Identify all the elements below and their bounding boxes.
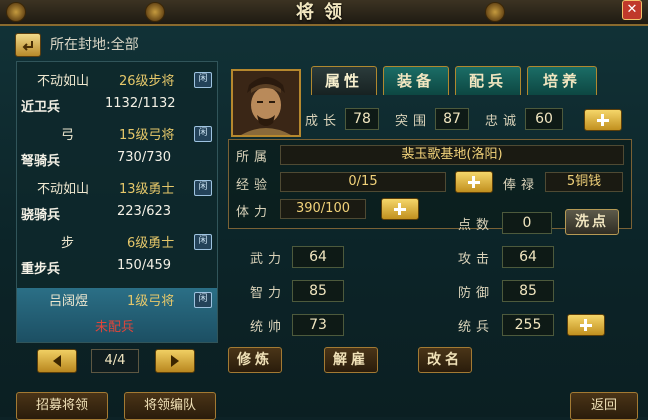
general-level: 26级步将 <box>119 74 175 89</box>
general-name: 不动如山 <box>37 182 90 197</box>
general-list: 不动如山 26级步将 闲 近卫兵 1132/1132 弓 15级弓将 闲 弩骑兵… <box>16 61 218 343</box>
soldier-type: 近卫兵 <box>21 100 61 115</box>
return-arrow-icon <box>22 41 33 51</box>
general-portrait <box>231 69 301 137</box>
window-title: 将领 <box>296 2 352 23</box>
add-troops-button[interactable] <box>567 314 605 336</box>
left-arrow-icon <box>53 355 61 367</box>
fief-value: 裴玉歌基地(洛阳) <box>280 145 624 165</box>
force-value: 64 <box>292 246 344 268</box>
exp-label: 经验 <box>236 178 273 193</box>
general-name: 不动如山 <box>37 74 90 89</box>
points-value: 0 <box>502 212 552 234</box>
attack-label: 攻击 <box>458 252 495 267</box>
general-level: 6级勇士 <box>127 236 175 251</box>
stamina-label: 体力 <box>236 205 273 220</box>
return-button[interactable]: 返回 <box>570 392 638 420</box>
right-arrow-icon <box>171 355 179 367</box>
unassigned-status: 未配兵 <box>95 320 135 335</box>
tab-training[interactable]: 培养 <box>527 66 597 95</box>
exp-value: 0/15 <box>280 172 446 192</box>
general-face-icon <box>233 71 299 135</box>
troop-capacity-value: 255 <box>502 314 554 336</box>
breakout-value: 87 <box>435 108 469 130</box>
soldier-count: 730/730 <box>117 150 172 165</box>
reset-points-button[interactable]: 洗点 <box>565 209 619 235</box>
general-level: 15级弓将 <box>119 128 175 143</box>
idle-badge: 闲 <box>194 126 212 142</box>
command-value: 73 <box>292 314 344 336</box>
back-arrow-button[interactable] <box>15 33 41 57</box>
dismiss-button[interactable]: 解雇 <box>324 347 378 373</box>
add-exp-button[interactable] <box>455 171 493 193</box>
recruit-general-button[interactable]: 招募将领 <box>16 392 108 420</box>
title-bar: 将领 ✕ <box>0 0 648 26</box>
prev-page-button[interactable] <box>37 349 77 373</box>
fief-label: 所属 <box>236 150 273 165</box>
general-formation-button[interactable]: 将领编队 <box>124 392 216 420</box>
close-button[interactable]: ✕ <box>622 0 642 20</box>
loyalty-label: 忠诚 <box>485 114 522 129</box>
next-page-button[interactable] <box>155 349 195 373</box>
general-name: 弓 <box>61 128 75 143</box>
general-level: 1级弓将 <box>127 294 175 309</box>
fief-filter-label[interactable]: 所在封地:全部 <box>50 34 139 54</box>
growth-label: 成长 <box>305 114 342 129</box>
intellect-label: 智力 <box>250 286 287 301</box>
soldier-count: 223/623 <box>117 204 172 219</box>
general-name: 吕阔煜 <box>49 294 89 309</box>
add-stamina-button[interactable] <box>381 198 419 220</box>
intellect-value: 85 <box>292 280 344 302</box>
salary-label: 俸禄 <box>503 178 540 193</box>
loyalty-value: 60 <box>525 108 563 130</box>
salary-value: 5铜钱 <box>545 172 623 192</box>
idle-badge: 闲 <box>194 292 212 308</box>
general-level: 13级勇士 <box>119 182 175 197</box>
breakout-label: 突围 <box>395 114 432 129</box>
defense-value: 85 <box>502 280 554 302</box>
troop-capacity-label: 统兵 <box>458 320 495 335</box>
page-indicator: 4/4 <box>91 349 139 373</box>
soldier-type: 重步兵 <box>21 262 61 277</box>
rename-button[interactable]: 改名 <box>418 347 472 373</box>
train-button[interactable]: 修炼 <box>228 347 282 373</box>
tab-attributes[interactable]: 属性 <box>311 66 377 95</box>
general-name: 步 <box>61 236 75 251</box>
idle-badge: 闲 <box>194 180 212 196</box>
idle-badge: 闲 <box>194 72 212 88</box>
soldier-type: 骁骑兵 <box>21 208 61 223</box>
command-label: 统帅 <box>250 320 287 335</box>
tab-troops[interactable]: 配兵 <box>455 66 521 95</box>
add-loyalty-button[interactable] <box>584 109 622 131</box>
growth-value: 78 <box>345 108 379 130</box>
soldier-count: 1132/1132 <box>105 96 176 111</box>
soldier-count: 150/459 <box>117 258 172 273</box>
list-item-selected[interactable]: 吕阔煜 1级弓将 闲 未配兵 <box>17 288 217 342</box>
attack-value: 64 <box>502 246 554 268</box>
points-label: 点数 <box>458 218 495 233</box>
tab-equipment[interactable]: 装备 <box>383 66 449 95</box>
defense-label: 防御 <box>458 286 495 301</box>
soldier-type: 弩骑兵 <box>21 154 61 169</box>
idle-badge: 闲 <box>194 234 212 250</box>
stamina-value: 390/100 <box>280 199 366 219</box>
force-label: 武力 <box>250 252 287 267</box>
